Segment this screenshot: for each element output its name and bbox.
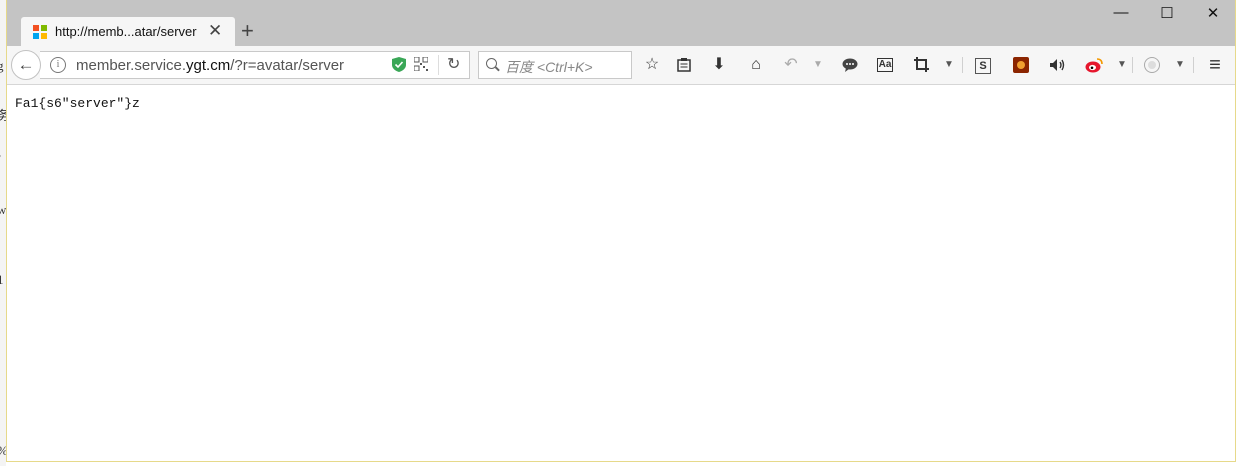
crop-dropdown-icon[interactable]: ▼: [944, 54, 954, 76]
reader-icon[interactable]: Aa: [874, 54, 896, 76]
volume-icon[interactable]: [1047, 54, 1069, 76]
site-favicon-icon: [33, 25, 47, 39]
weibo-dropdown-icon[interactable]: ▼: [1117, 54, 1127, 76]
search-input[interactable]: 百度 <Ctrl+K>: [478, 51, 632, 79]
reader-label: Aa: [876, 58, 894, 72]
sogou-icon[interactable]: S: [972, 54, 994, 76]
back-button[interactable]: ←: [11, 50, 41, 80]
maximize-button[interactable]: ☐: [1144, 4, 1190, 22]
home-icon[interactable]: ⌂: [745, 54, 767, 76]
tab-close-icon[interactable]: ✕: [208, 21, 222, 41]
crop-icon[interactable]: [910, 54, 932, 76]
undo-dropdown-icon[interactable]: ▼: [813, 54, 823, 76]
chat-bubble-icon[interactable]: [839, 54, 861, 76]
url-domain: ygt.cm: [186, 57, 231, 74]
title-bar: http://memb...atar/server ✕ + — ☐ ✕: [7, 0, 1235, 47]
page-body-text: Fa1{s6"server"}z: [15, 96, 140, 111]
qr-code-icon[interactable]: [414, 57, 428, 71]
toolbar-separator: [1132, 57, 1133, 73]
minimize-button[interactable]: —: [1098, 4, 1144, 21]
url-prefix: member.service.: [76, 57, 187, 74]
search-placeholder: 百度 <Ctrl+K>: [505, 59, 593, 75]
active-tab[interactable]: http://memb...atar/server ✕: [21, 17, 235, 47]
toolbar-separator: [962, 57, 963, 73]
edge-char: g: [0, 58, 4, 73]
reading-list-icon[interactable]: [673, 54, 695, 76]
weibo-icon[interactable]: [1083, 54, 1105, 76]
download-icon[interactable]: ⬇: [708, 54, 730, 76]
edge-char: /: [0, 152, 1, 168]
circle-dropdown-icon[interactable]: ▼: [1175, 54, 1185, 76]
undo-icon[interactable]: ↶: [780, 54, 802, 76]
browser-window: http://memb...atar/server ✕ + — ☐ ✕ i me…: [6, 0, 1236, 462]
reload-icon[interactable]: ↻: [447, 54, 460, 74]
hamburger-menu-icon[interactable]: ≡: [1204, 54, 1226, 76]
close-window-button[interactable]: ✕: [1190, 4, 1235, 22]
bookmark-star-icon[interactable]: ☆: [641, 54, 663, 76]
circle-icon[interactable]: [1141, 54, 1163, 76]
addon-icon[interactable]: [1010, 54, 1032, 76]
new-tab-button[interactable]: +: [241, 18, 254, 44]
sogou-label: S: [975, 58, 991, 74]
nav-toolbar: i member.service.ygt.cm/?r=avatar/server…: [7, 46, 1235, 85]
tab-title: http://memb...atar/server: [55, 24, 197, 39]
search-icon: [486, 58, 497, 69]
edge-char: 1: [0, 272, 4, 287]
url-separator: [438, 55, 439, 75]
shield-icon[interactable]: [392, 57, 406, 72]
info-icon[interactable]: i: [50, 57, 66, 73]
page-content: Fa1{s6"server"}z: [7, 85, 1235, 461]
url-path: /?r=avatar/server: [230, 57, 345, 74]
address-bar[interactable]: i member.service.ygt.cm/?r=avatar/server…: [40, 51, 470, 79]
toolbar-separator: [1193, 57, 1194, 73]
url-text[interactable]: member.service.ygt.cm/?r=avatar/server: [76, 57, 344, 74]
